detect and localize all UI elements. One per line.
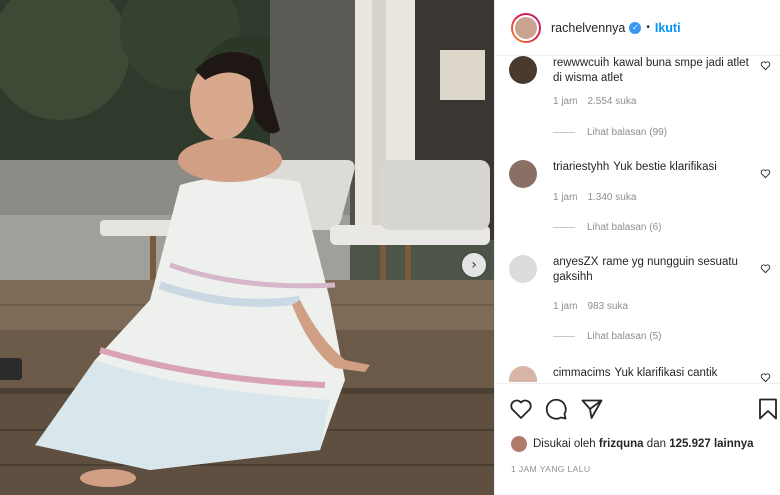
liked-by-user[interactable]: frizquna [599,438,644,450]
liked-by-prefix: Disukai oleh [533,438,596,450]
post-username[interactable]: rachelvennya [551,21,625,35]
replies-line [553,227,575,228]
comment-body: triariestyhh Yuk bestie klarifikasi [553,160,759,175]
avatar[interactable] [511,12,541,43]
comment-meta: 1 jam 1.340 suka [553,192,636,203]
heart-icon[interactable] [760,60,771,71]
photo-illustration [0,0,494,495]
liked-by-and: dan [646,438,666,450]
liked-by: Disukai oleh frizquna dan 125.927 lainny… [511,436,754,452]
liked-by-avatar [511,436,527,452]
view-replies-button[interactable]: Lihat balasan (6) [553,222,662,233]
comment-avatar[interactable] [509,255,537,283]
post-actions: Disukai oleh frizquna dan 125.927 lainny… [495,383,780,495]
comment-username[interactable]: cimmacims [553,367,611,379]
comment-body: cimmacims Yuk klarifikasi cantik [553,366,759,381]
comments-list[interactable]: rewwwcuih kawal buna smpe jadi atlet di w… [495,56,780,382]
bookmark-icon[interactable] [756,397,780,421]
view-replies-button[interactable]: Lihat balasan (5) [553,331,662,342]
verified-icon: ✓ [629,21,642,34]
comment-likes[interactable]: 983 suka [587,301,628,312]
comment-likes[interactable]: 2.554 suka [587,96,636,107]
post-photo[interactable]: › [0,0,494,495]
comment-time: 1 jam [553,96,578,107]
comment-avatar[interactable] [509,366,537,382]
share-icon[interactable] [580,397,604,421]
comment-username[interactable]: rewwwcuih [553,57,609,69]
comment-time: 1 jam [553,301,578,312]
comment-body: rewwwcuih kawal buna smpe jadi atlet di w… [553,56,759,86]
comment-text: Yuk klarifikasi cantik [614,367,718,379]
comment-icon[interactable] [544,397,568,421]
heart-icon[interactable] [760,263,771,274]
replies-label: Lihat balasan (5) [587,331,662,342]
post-header: rachelvennya ✓ • Ikuti [495,0,780,56]
heart-icon[interactable] [760,168,771,179]
view-replies-button[interactable]: Lihat balasan (99) [553,127,667,138]
replies-line [553,336,575,337]
comment-time: 1 jam [553,192,578,203]
post-timestamp[interactable]: 1 JAM YANG LALU [511,464,590,474]
comment-body: anyesZX rame yg nungguin sesuatu gaksihh [553,255,759,285]
comment-username[interactable]: triariestyhh [553,161,609,173]
heart-icon[interactable] [760,372,771,382]
chevron-right-icon[interactable]: › [462,253,486,277]
like-heart-icon[interactable] [509,397,533,421]
follow-button[interactable]: Ikuti [655,21,681,35]
comment-avatar[interactable] [509,56,537,84]
comment-text: Yuk bestie klarifikasi [613,161,717,173]
replies-label: Lihat balasan (6) [587,222,662,233]
comment-likes[interactable]: 1.340 suka [587,192,636,203]
comment-meta: 1 jam 983 suka [553,301,628,312]
replies-label: Lihat balasan (99) [587,127,668,138]
separator-dot: • [646,22,650,33]
avatar-image [513,14,539,41]
comment-avatar[interactable] [509,160,537,188]
replies-line [553,132,575,133]
comment-meta: 1 jam 2.554 suka [553,96,636,107]
side-tab [0,358,22,380]
comment-username[interactable]: anyesZX [553,256,598,268]
liked-by-count[interactable]: 125.927 lainnya [669,438,753,450]
post-panel: rachelvennya ✓ • Ikuti rewwwcuih kawal bu… [494,0,780,495]
